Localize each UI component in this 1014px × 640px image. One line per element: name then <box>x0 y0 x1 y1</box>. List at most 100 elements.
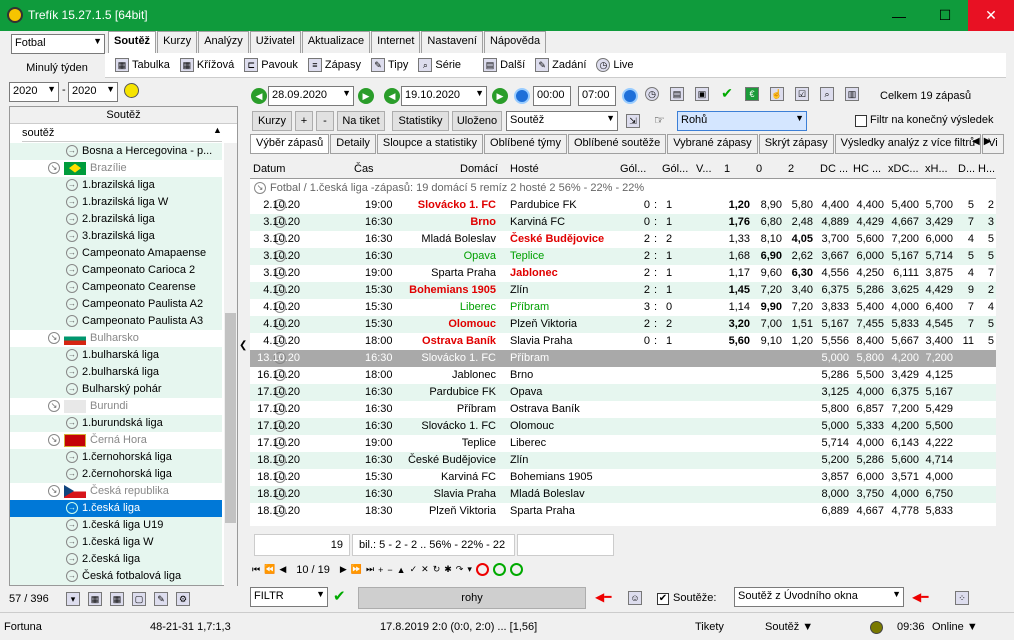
window-icon[interactable]: ▢ <box>132 592 146 606</box>
status-online[interactable]: Online ▼ <box>932 621 978 633</box>
collapse-icon[interactable]: ❮ <box>239 340 247 351</box>
country-row[interactable]: ↘ Bulharsko <box>10 330 222 347</box>
brush-icon[interactable]: ✎ <box>154 592 168 606</box>
league-row[interactable]: → Campeonato Carioca 2 <box>10 262 222 279</box>
col-hc[interactable]: HC ... <box>853 163 881 175</box>
col-1[interactable]: 1 <box>724 163 730 175</box>
insert-icon[interactable]: + <box>378 565 383 575</box>
bookmark-icon[interactable]: ✱ <box>444 564 452 575</box>
time-icon[interactable] <box>514 88 530 104</box>
refresh-green-icon[interactable] <box>492 563 506 576</box>
league-row[interactable]: → 1.česká liga W <box>10 534 222 551</box>
hand-icon[interactable]: ☝ <box>770 87 784 101</box>
rohy-button[interactable]: rohy <box>358 587 586 609</box>
period-button[interactable]: Minulý týden <box>9 56 105 80</box>
prev-date-icon[interactable]: ◀ <box>251 88 267 104</box>
league-row[interactable]: → 3.brazilská liga <box>10 228 222 245</box>
table-row[interactable]: → 18.10.20 16:30 Slavia Praha Mladá Boleslav… <box>250 486 996 503</box>
league-row[interactable]: → 2.černohorská liga <box>10 466 222 483</box>
menu-internet[interactable]: Internet <box>371 31 421 53</box>
table-row[interactable]: → 18.10.20 15:30 Karviná FC Bohemians 1905 3,… <box>250 469 996 486</box>
save-icon[interactable]: ▣ <box>695 87 709 101</box>
table-row[interactable]: → 3.10.20 16:30 Brno Karviná FC 0:1 1,76 6,80 2,… <box>250 214 996 231</box>
search-icon[interactable]: ⌕ <box>820 87 834 101</box>
date-from-input[interactable]: 28.09.2020 ▼ <box>268 86 354 106</box>
sort-asc-icon[interactable]: ▲ <box>213 125 222 135</box>
grid-icon[interactable]: ▦ <box>110 592 124 606</box>
menu-nastaveni[interactable]: Nastavení <box>421 31 483 53</box>
date-to-input[interactable]: 19.10.2020 ▼ <box>401 86 487 106</box>
document-icon[interactable]: ▤ <box>670 87 684 101</box>
refresh-icon[interactable]: ↻ <box>433 564 441 575</box>
menu-kurzy[interactable]: Kurzy <box>157 31 198 53</box>
table-row[interactable]: → 3.10.20 19:00 Sparta Praha Jablonec 2:1 1,17… <box>250 265 996 282</box>
delete-icon[interactable]: − <box>387 565 392 575</box>
maximize-button[interactable]: ☐ <box>922 0 968 31</box>
tab-skryt[interactable]: Skrýt zápasy <box>758 134 834 154</box>
plus-button[interactable]: + <box>295 111 313 131</box>
check-icon[interactable]: ✔ <box>333 587 346 605</box>
check-icon[interactable]: ✔ <box>720 86 734 101</box>
group-row[interactable]: ↘ Fotbal / 1.česká liga -zápasů: 19 domác… <box>254 180 994 197</box>
rohu-select[interactable]: Rohů ▼ <box>677 111 807 131</box>
table-row[interactable]: → 18.10.20 18:30 Plzeň Viktoria Sparta Praha… <box>250 503 996 520</box>
year-from-select[interactable]: 2020 ▼ <box>9 82 59 102</box>
chevron-left-icon[interactable]: ◀ <box>972 136 980 147</box>
list-scrollbar[interactable] <box>224 143 237 587</box>
table-row[interactable]: → 4.10.20 18:00 Ostrava Baník Slavia Praha 0:… <box>250 333 996 350</box>
col-2[interactable]: 2 <box>788 163 794 175</box>
grid-dots-icon[interactable]: ⁘ <box>955 591 969 605</box>
chevron-right-icon[interactable]: ▶ <box>984 136 992 147</box>
table-row[interactable]: → 16.10.20 18:00 Jablonec Brno 5,286 5,500 3,42… <box>250 367 996 384</box>
col-xh[interactable]: xH... <box>925 163 948 175</box>
col-d[interactable]: D... <box>958 163 975 175</box>
table-row[interactable]: → 2.10.20 19:00 Slovácko 1. FC Pardubice FK 0… <box>250 197 996 214</box>
list-header[interactable]: Soutěž <box>10 107 237 124</box>
time-icon[interactable] <box>622 88 638 104</box>
sync-icon[interactable] <box>509 563 523 576</box>
list-filter[interactable]: soutěž <box>22 125 222 142</box>
filter-icon[interactable]: ▾ <box>66 592 80 606</box>
table-row[interactable]: → 3.10.20 16:30 Opava Teplice 2:1 1,68 6,90 2,62… <box>250 248 996 265</box>
table-row[interactable]: → 17.10.20 16:30 Pardubice FK Opava 3,125 4,00… <box>250 384 996 401</box>
col-gol2[interactable]: Gól... <box>662 163 688 175</box>
prev-date-icon[interactable]: ◀ <box>384 88 400 104</box>
tab-oblibene-souteze[interactable]: Oblíbené soutěže <box>567 134 667 154</box>
grid-scrollbar[interactable] <box>996 179 1006 526</box>
table-row[interactable]: → 4.10.20 15:30 Liberec Příbram 3:0 1,14 9,90 7,… <box>250 299 996 316</box>
table-row[interactable]: → 18.10.20 16:30 České Budějovice Zlín 5,200 5… <box>250 452 996 469</box>
export-icon[interactable]: ⇲ <box>626 114 640 128</box>
league-row[interactable]: → 2.bulharská liga <box>10 364 222 381</box>
tab-vybrane[interactable]: Vybrané zápasy <box>667 134 758 154</box>
tab-vysledky[interactable]: Výsledky analýz z více filtrů <box>834 134 982 154</box>
country-row[interactable]: ↘ Černá Hora <box>10 432 222 449</box>
final-result-filter-checkbox[interactable] <box>855 115 867 127</box>
goto-bookmark-icon[interactable]: ↷ <box>456 564 464 575</box>
expand-icon[interactable]: ↘ <box>48 162 60 175</box>
souteze-select[interactable]: Soutěž ▼ <box>506 111 618 131</box>
prev-page-icon[interactable]: ⏪ <box>264 564 275 575</box>
league-row[interactable]: → 1.brazilská liga <box>10 177 222 194</box>
table-row[interactable]: → 3.10.20 16:30 Mladá Boleslav České Budějov… <box>250 231 996 248</box>
toolbar-live[interactable]: ◷ Live <box>596 58 634 72</box>
next-date-icon[interactable]: ▶ <box>358 88 374 104</box>
tab-detaily[interactable]: Detaily <box>330 134 376 154</box>
expand-icon[interactable]: ↘ <box>48 485 60 498</box>
menu-napoveda[interactable]: Nápověda <box>483 31 547 53</box>
league-row[interactable]: → Česká fotbalová liga <box>10 568 222 585</box>
league-row[interactable]: → Campeonato Paulista A3 <box>10 313 222 330</box>
toolbar-tipy[interactable]: ✎ Tipy <box>371 58 408 72</box>
toolbar-pavouk[interactable]: ⊏ Pavouk <box>244 58 298 72</box>
checklist-icon[interactable]: ☑ <box>795 87 809 101</box>
scroll-thumb[interactable] <box>225 313 236 523</box>
col-hoste[interactable]: Hosté <box>510 163 539 175</box>
table-row[interactable]: → 4.10.20 15:30 Bohemians 1905 Zlín 2:1 1,45 7,… <box>250 282 996 299</box>
prev-record-icon[interactable]: ◀ <box>279 564 286 575</box>
league-row[interactable]: → 1.brazilská liga W <box>10 194 222 211</box>
tab-vyber[interactable]: Výběr zápasů <box>250 134 330 154</box>
tab-oblibene-tymy[interactable]: Oblíbené týmy <box>484 134 567 154</box>
league-row[interactable]: → 1.burundská liga <box>10 415 222 432</box>
chart-icon[interactable]: ▥ <box>845 87 859 101</box>
next-page-icon[interactable]: ⏩ <box>351 564 362 575</box>
ulozeno-button[interactable]: Uloženo <box>452 111 502 131</box>
